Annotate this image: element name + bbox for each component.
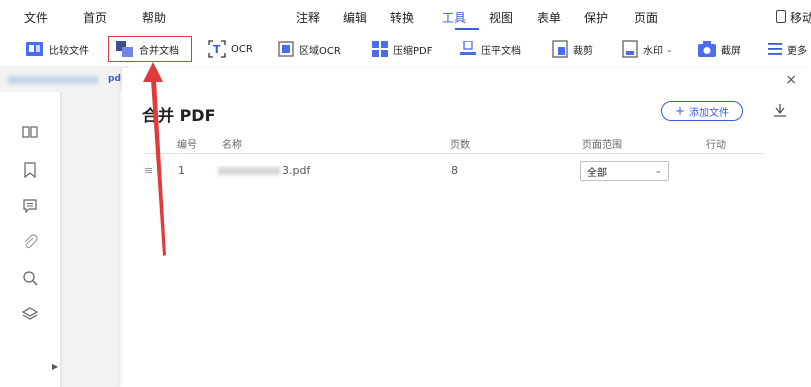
page-range-value: 全部 bbox=[587, 167, 607, 179]
menu-edit[interactable]: 编辑 bbox=[343, 9, 367, 26]
comment-icon[interactable] bbox=[22, 198, 38, 214]
menu-page[interactable]: 页面 bbox=[634, 9, 658, 26]
row-index: 1 bbox=[178, 164, 185, 177]
watermark-icon bbox=[622, 40, 638, 58]
crop-button[interactable]: 裁剪 bbox=[552, 37, 593, 61]
flatten-document-label: 压平文档 bbox=[481, 45, 521, 57]
watermark-button[interactable]: 水印 ⌄ bbox=[622, 37, 673, 61]
col-range-header: 页面范围 bbox=[582, 140, 622, 151]
add-file-label: 添加文件 bbox=[689, 107, 730, 119]
document-name-suffix: pd bbox=[108, 74, 121, 84]
more-button[interactable]: 更多 bbox=[768, 37, 807, 61]
left-sidebar: ▶ bbox=[0, 92, 60, 387]
expand-caret-icon[interactable]: ▶ bbox=[52, 362, 58, 371]
compress-pdf-label: 压缩PDF bbox=[393, 45, 433, 57]
ocr-button[interactable]: T OCR bbox=[208, 37, 253, 61]
chevron-down-icon[interactable]: ⌄ bbox=[666, 45, 673, 54]
compress-pdf-button[interactable]: 压缩PDF bbox=[372, 37, 432, 61]
file-name-redacted bbox=[218, 167, 280, 175]
screenshot-label: 截屏 bbox=[721, 45, 741, 57]
row-file-name: 3.pdf bbox=[282, 164, 311, 177]
thumbnails-icon[interactable] bbox=[22, 124, 38, 140]
drag-handle-icon[interactable]: ≡ bbox=[144, 164, 153, 177]
area-ocr-icon bbox=[278, 41, 294, 57]
menu-view[interactable]: 视图 bbox=[489, 9, 513, 26]
add-file-button[interactable]: + 添加文件 bbox=[661, 101, 743, 121]
screenshot-button[interactable]: 截屏 bbox=[698, 37, 741, 61]
crop-label: 裁剪 bbox=[573, 45, 593, 57]
plus-icon: + bbox=[674, 104, 686, 118]
compare-icon bbox=[26, 42, 43, 56]
col-action-header: 行动 bbox=[706, 140, 726, 151]
page-range-select[interactable]: 全部 ⌄ bbox=[580, 161, 669, 181]
panel-title: 合并 PDF bbox=[142, 106, 216, 125]
ocr-icon: T bbox=[208, 40, 226, 58]
document-name-redacted bbox=[8, 76, 98, 84]
ocr-label: OCR bbox=[231, 43, 253, 55]
compare-files-label: 比较文件 bbox=[49, 45, 89, 57]
settings-icon[interactable] bbox=[772, 102, 788, 118]
area-ocr-label: 区域OCR bbox=[299, 45, 341, 57]
menu-bar: 文件 首页 帮助 注释 编辑 转换 工具 视图 表单 保护 页面 移动 bbox=[0, 0, 811, 34]
menu-home[interactable]: 首页 bbox=[83, 9, 107, 26]
menu-mobile[interactable]: 移动 bbox=[776, 9, 811, 26]
search-icon[interactable] bbox=[22, 270, 38, 286]
document-gutter bbox=[62, 92, 120, 387]
menu-mobile-label: 移动 bbox=[790, 11, 811, 25]
chevron-down-icon: ⌄ bbox=[654, 166, 662, 176]
merge-pdf-panel: × 合并 PDF + 添加文件 编号 名称 页数 页面范围 行动 ≡ 1 3.p… bbox=[122, 68, 811, 387]
merge-highlight-box bbox=[108, 36, 192, 62]
menu-file[interactable]: 文件 bbox=[24, 9, 48, 26]
menu-icon bbox=[768, 43, 782, 55]
compress-icon bbox=[372, 41, 388, 57]
phone-icon bbox=[776, 10, 786, 23]
col-name-header: 名称 bbox=[222, 140, 242, 151]
svg-text:T: T bbox=[213, 43, 221, 56]
menu-form[interactable]: 表单 bbox=[537, 9, 561, 26]
flatten-document-button[interactable]: 压平文档 bbox=[460, 37, 521, 61]
active-tab-underline bbox=[455, 28, 479, 30]
bookmark-icon[interactable] bbox=[22, 162, 38, 178]
document-tab[interactable]: pd bbox=[0, 66, 128, 92]
table-header-divider bbox=[144, 153, 764, 154]
crop-icon bbox=[552, 40, 568, 58]
compare-files-button[interactable]: 比较文件 bbox=[26, 37, 89, 61]
row-page-count: 8 bbox=[451, 164, 458, 177]
menu-convert[interactable]: 转换 bbox=[390, 9, 414, 26]
layers-icon[interactable] bbox=[22, 306, 38, 322]
menu-protect[interactable]: 保护 bbox=[584, 9, 608, 26]
menu-help[interactable]: 帮助 bbox=[142, 9, 166, 26]
more-label: 更多 bbox=[787, 45, 807, 57]
col-index-header: 编号 bbox=[177, 140, 197, 151]
flatten-icon bbox=[460, 41, 476, 55]
close-icon[interactable]: × bbox=[785, 72, 797, 88]
camera-icon bbox=[698, 41, 716, 57]
attachment-icon[interactable] bbox=[22, 234, 38, 250]
watermark-label: 水印 bbox=[643, 45, 663, 57]
menu-tools[interactable]: 工具 bbox=[442, 9, 466, 26]
col-pages-header: 页数 bbox=[450, 140, 470, 151]
area-ocr-button[interactable]: 区域OCR bbox=[278, 37, 341, 61]
menu-annotate[interactable]: 注释 bbox=[296, 9, 320, 26]
